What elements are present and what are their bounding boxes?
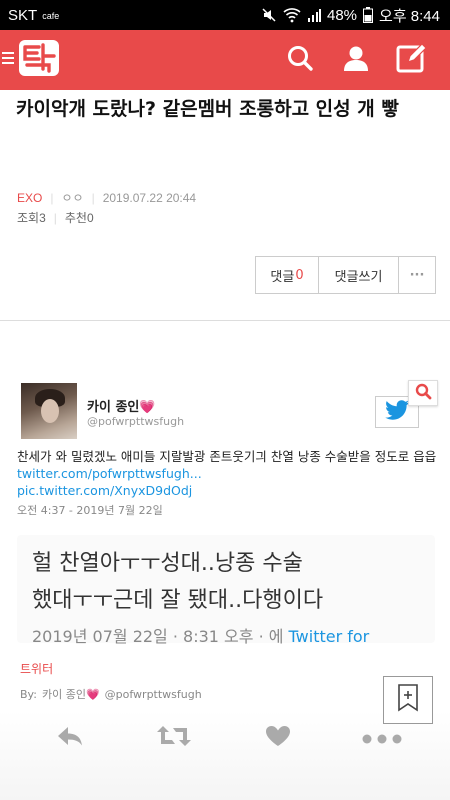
tweet-timestamp[interactable]: 오전 4:37 - 2019년 7월 22일 bbox=[17, 502, 163, 518]
battery-level: 48% bbox=[327, 6, 358, 24]
menu-icon[interactable] bbox=[2, 49, 16, 71]
post-author: ㅇㅇ bbox=[61, 191, 84, 205]
meta-divider: | bbox=[50, 190, 54, 205]
post-meta: EXO | ㅇㅇ | 2019.07.22 20:44 bbox=[17, 189, 196, 206]
post-title: 카이악개 도랐나? 같은멤버 조롱하고 인성 개 빻 bbox=[16, 98, 399, 120]
by-name[interactable]: 카이 종인💗 bbox=[42, 686, 100, 702]
reply-icon bbox=[56, 725, 84, 751]
bookmark-button[interactable] bbox=[383, 676, 433, 724]
search-icon bbox=[286, 44, 314, 76]
tweet-image[interactable]: 헐 찬열아ㅜㅜ성대..낭종 수술 했대ㅜㅜ근데 잘 됐대..다행이다 2019년… bbox=[17, 535, 435, 646]
bookmark-add-icon bbox=[397, 684, 419, 716]
write-icon bbox=[396, 42, 428, 78]
more-button[interactable]: ··· bbox=[399, 257, 435, 293]
by-label: By: bbox=[20, 687, 37, 701]
post-stats: 조회3 | 추천0 bbox=[17, 209, 94, 226]
quote-footer-source: Twitter for bbox=[288, 627, 370, 646]
zoom-button[interactable] bbox=[408, 380, 438, 406]
quote-line: 했대ㅜㅜ근데 잘 됐대..다행이다 bbox=[32, 588, 324, 613]
view-count: 조회3 bbox=[17, 211, 46, 225]
post-date: 2019.07.22 20:44 bbox=[102, 190, 197, 205]
status-bar: SKT cafe 48% 오후 8:44 bbox=[0, 0, 450, 30]
more-label: ··· bbox=[409, 267, 425, 283]
write-comment-label: 댓글쓰기 bbox=[334, 269, 383, 285]
magnifier-icon bbox=[414, 382, 432, 404]
avatar-face bbox=[41, 399, 59, 423]
clock: 오후 8:44 bbox=[379, 7, 440, 25]
carrier-sub: cafe bbox=[42, 11, 60, 21]
logo-mark bbox=[16, 36, 60, 84]
meta-divider: | bbox=[53, 210, 57, 225]
retweet-button[interactable] bbox=[149, 718, 199, 758]
app-logo[interactable] bbox=[2, 36, 60, 84]
byline: By: 카이 종인💗 @pofwrpttwsfugh bbox=[20, 686, 202, 702]
quote-line: 헐 찬열아ㅜㅜ성대..낭종 수술 bbox=[32, 551, 303, 576]
like-button[interactable] bbox=[253, 718, 303, 758]
recommend-count: 추천0 bbox=[64, 211, 94, 225]
wifi-icon bbox=[283, 7, 301, 23]
by-handle[interactable]: @pofwrpttwsfugh bbox=[105, 688, 202, 701]
user-icon bbox=[342, 44, 370, 76]
comments-button[interactable]: 댓글 0 bbox=[256, 257, 319, 293]
signal-icon bbox=[307, 8, 321, 22]
comments-label: 댓글 bbox=[270, 269, 295, 285]
source-label[interactable]: 트위터 bbox=[20, 660, 53, 677]
quote-footer-date: 2019년 07월 22일 · 8:31 오후 · 에 bbox=[32, 627, 289, 646]
meta-divider: | bbox=[91, 190, 95, 205]
tweet-link[interactable]: twitter.com/pofwrpttwsfugh... bbox=[17, 466, 202, 481]
mute-icon bbox=[261, 7, 277, 23]
profile-button[interactable] bbox=[328, 30, 384, 90]
comments-count: 0 bbox=[295, 267, 304, 283]
write-post-button[interactable] bbox=[384, 30, 440, 90]
tweet-user-handle[interactable]: @pofwrpttwsfugh bbox=[87, 415, 184, 428]
app-bar bbox=[0, 30, 450, 90]
heart-icon bbox=[265, 725, 291, 751]
battery-icon bbox=[363, 7, 374, 23]
tweet-body: 찬세가 와 밀렸겠노 애미들 지랄발광 존트웃기긔 찬열 낭종 수술받을 정도로… bbox=[17, 449, 437, 464]
retweet-icon bbox=[157, 724, 191, 752]
quote-footer: 2019년 07월 22일 · 8:31 오후 · 에 Twitter for bbox=[32, 623, 435, 647]
comment-actions: 댓글 0 댓글쓰기 ··· bbox=[255, 256, 436, 294]
tweet-user-name[interactable]: 카이 종인💗 bbox=[87, 396, 156, 415]
write-comment-button[interactable]: 댓글쓰기 bbox=[319, 257, 399, 293]
tweet-action-bar bbox=[0, 718, 450, 758]
tweet-text: 찬세가 와 밀렸겠노 애미들 지랄발광 존트웃기긔 찬열 낭종 수술받을 정도로… bbox=[17, 448, 437, 499]
post-category[interactable]: EXO bbox=[17, 191, 42, 205]
more-actions-button[interactable] bbox=[357, 718, 407, 758]
tweet-pic-link[interactable]: pic.twitter.com/XnyxD9dOdj bbox=[17, 483, 192, 498]
reply-button[interactable] bbox=[45, 718, 95, 758]
more-icon bbox=[362, 729, 402, 748]
search-button[interactable] bbox=[272, 30, 328, 90]
carrier-name: SKT bbox=[8, 6, 38, 24]
section-divider bbox=[0, 320, 450, 321]
twitter-bird-icon bbox=[384, 400, 410, 424]
avatar[interactable] bbox=[21, 383, 77, 439]
